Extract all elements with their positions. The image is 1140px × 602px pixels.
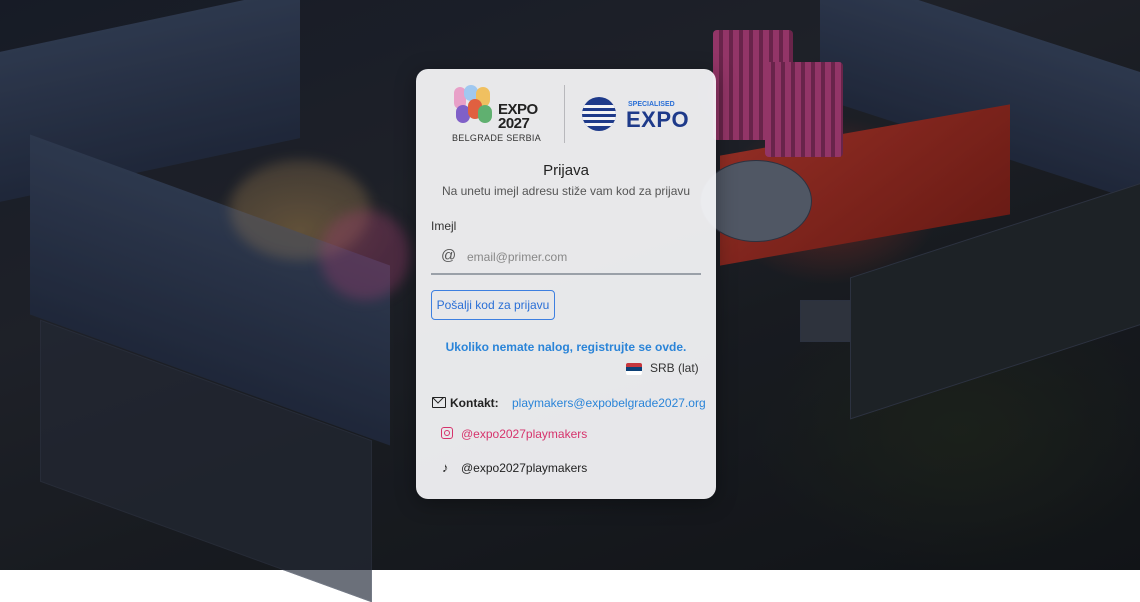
- instagram-handle: @expo2027playmakers: [461, 427, 588, 441]
- mail-icon: [432, 397, 446, 408]
- email-field-wrapper: @: [431, 241, 701, 275]
- register-link[interactable]: Ukoliko nemate nalog, registrujte se ovd…: [416, 340, 716, 354]
- expo-2027-logo: EXPO 2027 BELGRADE SERBIA: [452, 83, 548, 143]
- login-card: EXPO 2027 BELGRADE SERBIA SPECIALISED EX…: [416, 69, 716, 499]
- instagram-icon: [441, 427, 453, 439]
- page-title: Prijava: [543, 162, 589, 179]
- tiktok-handle: @expo2027playmakers: [461, 461, 588, 475]
- expo-2027-wordmark: EXPO 2027: [498, 101, 538, 132]
- contact-email-link[interactable]: playmakers@expobelgrade2027.org: [512, 396, 706, 410]
- at-sign-icon: @: [441, 247, 457, 264]
- specialised-expo-globe-icon: [582, 97, 616, 131]
- logo-divider: [564, 85, 565, 143]
- specialised-expo-wordmark: EXPO: [626, 107, 690, 132]
- send-login-code-button[interactable]: Pošalji kod za prijavu: [431, 290, 555, 320]
- logo-bar: EXPO 2027 BELGRADE SERBIA SPECIALISED EX…: [416, 83, 716, 147]
- expo-logo-mark: [452, 85, 498, 131]
- email-input[interactable]: [465, 244, 694, 270]
- expo-city-text: BELGRADE SERBIA: [452, 133, 542, 143]
- language-label: SRB (lat): [650, 361, 699, 375]
- serbian-flag-icon: [626, 363, 642, 375]
- contact-label: Kontakt:: [450, 396, 499, 410]
- page-subtitle: Na unetu imejl adresu stiže vam kod za p…: [441, 184, 691, 198]
- email-label: Imejl: [431, 219, 457, 233]
- tiktok-icon: ♪: [442, 460, 449, 475]
